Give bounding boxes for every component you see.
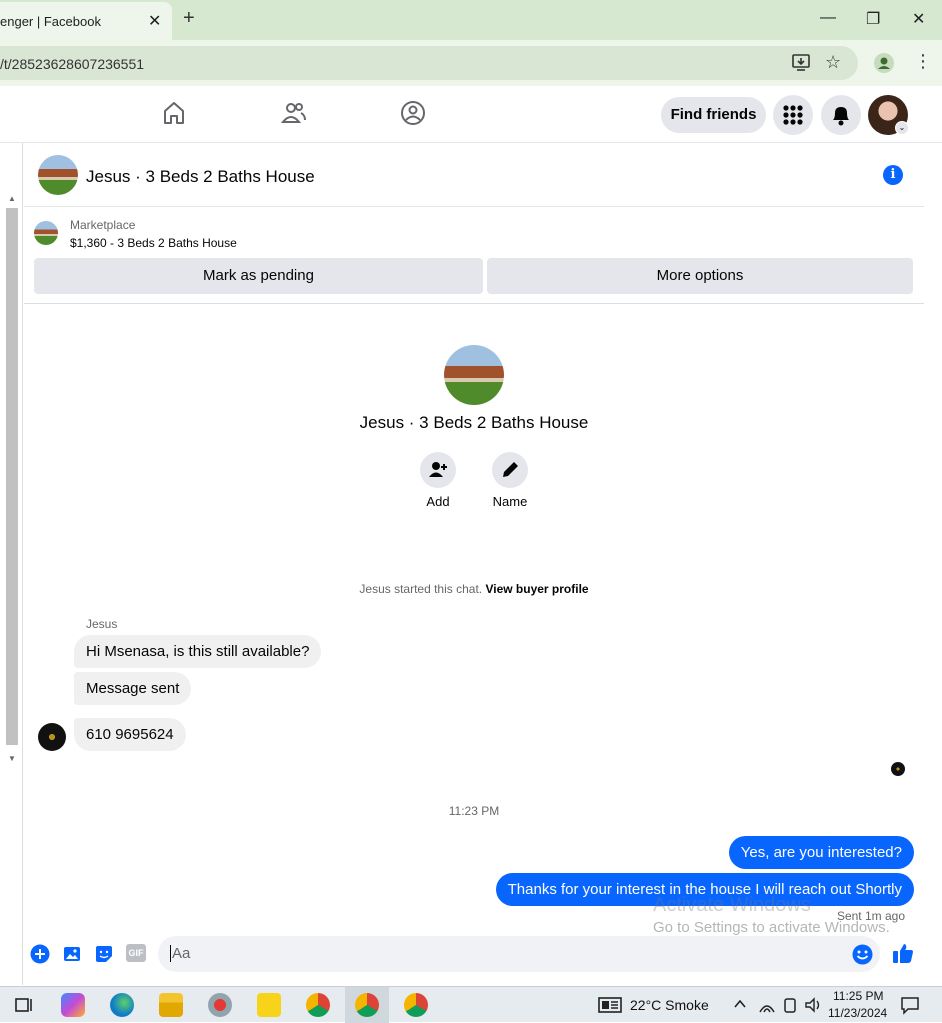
intro-title: Jesus · 3 Beds 2 Baths House: [359, 413, 589, 432]
add-label: Add: [426, 494, 450, 509]
sender-avatar[interactable]: [38, 723, 66, 751]
marketplace-bar: Marketplace $1,360 - 3 Beds 2 Baths Hous…: [24, 208, 924, 304]
address-bar[interactable]: /t/28523628607236551: [0, 46, 858, 80]
gif-icon[interactable]: GIF: [126, 944, 146, 962]
chrome-icon[interactable]: [306, 993, 330, 1017]
chevron-up-icon[interactable]: [733, 997, 747, 1011]
chat-header: Jesus · 3 Beds 2 Baths House i: [24, 143, 924, 207]
install-app-icon[interactable]: [792, 54, 812, 72]
news-widget-icon[interactable]: [598, 996, 622, 1014]
bell-icon: [833, 107, 849, 126]
listing-thumbnail[interactable]: [38, 155, 78, 195]
outgoing-message[interactable]: Yes, are you interested?: [728, 836, 914, 869]
name-chat-action[interactable]: Name: [480, 452, 540, 509]
chat-title[interactable]: Jesus · 3 Beds 2 Baths House: [86, 167, 315, 187]
read-receipt-avatar: [891, 762, 905, 776]
url-text[interactable]: /t/28523628607236551: [0, 56, 144, 72]
chrome-profile-icon[interactable]: [355, 993, 379, 1017]
sticker-icon[interactable]: [94, 944, 114, 964]
scroll-down-icon[interactable]: ▼: [8, 754, 16, 763]
menu-button[interactable]: [773, 95, 813, 135]
tab-close-icon[interactable]: ✕: [148, 11, 161, 31]
find-friends-button[interactable]: Find friends: [661, 97, 766, 133]
friends-icon[interactable]: [281, 100, 307, 126]
marketplace-label: Marketplace: [70, 218, 136, 232]
browser-tab-strip: enger | Facebook ✕ + — ❐ ✕: [0, 0, 942, 40]
battery-icon[interactable]: [782, 996, 798, 1014]
scroll-up-icon[interactable]: ▲: [8, 194, 16, 203]
restore-icon[interactable]: ❐: [866, 9, 880, 29]
clock-date[interactable]: 11/23/2024: [828, 1006, 887, 1020]
more-options-button[interactable]: More options: [487, 258, 913, 294]
facebook-top-nav: Find friends ⌄: [0, 86, 942, 143]
incoming-message[interactable]: 610 9695624: [74, 718, 186, 751]
sent-status: Sent 1m ago: [836, 909, 905, 923]
copilot-icon[interactable]: [61, 993, 85, 1017]
sender-name: Jesus: [86, 617, 118, 631]
notification-center-icon[interactable]: [900, 995, 920, 1015]
grid-menu-icon: [783, 105, 803, 125]
weather-text[interactable]: 22°C Smoke: [630, 997, 709, 1013]
chrome-profile-icon[interactable]: [404, 993, 428, 1017]
volume-icon[interactable]: [804, 996, 822, 1014]
home-icon[interactable]: [162, 100, 186, 126]
browser-menu-icon[interactable]: ⋮: [914, 51, 932, 72]
notifications-button[interactable]: [821, 95, 861, 135]
marketplace-thumbnail[interactable]: [34, 221, 58, 245]
incoming-message[interactable]: Hi Msenasa, is this still available?: [74, 635, 322, 668]
mark-as-pending-button[interactable]: Mark as pending: [34, 258, 483, 294]
like-icon[interactable]: [892, 942, 914, 964]
activate-windows-watermark: Activate Windows: [653, 894, 811, 916]
message-input[interactable]: Aa: [170, 945, 190, 962]
scrollbar-thumb[interactable]: [6, 208, 18, 745]
toolbar: /t/28523628607236551 ☆ ⋮: [0, 40, 942, 86]
browser-profile-icon[interactable]: [874, 53, 894, 73]
sticky-notes-icon[interactable]: [257, 993, 281, 1017]
clock-time[interactable]: 11:25 PM: [833, 989, 883, 1003]
minimize-icon[interactable]: —: [820, 9, 836, 27]
system-message: Jesus started this chat. View buyer prof…: [24, 582, 924, 596]
add-person-icon: [420, 452, 456, 488]
window-close-icon[interactable]: ✕: [912, 9, 925, 29]
incoming-message[interactable]: Message sent: [74, 672, 192, 705]
new-tab-icon[interactable]: +: [183, 7, 195, 30]
message-composer[interactable]: Aa: [158, 936, 880, 972]
plus-circle-icon[interactable]: [30, 944, 50, 964]
task-view-icon[interactable]: [12, 993, 36, 1017]
info-icon[interactable]: i: [883, 165, 903, 185]
windows-taskbar: 22°C Smoke 11:25 PM 11/23/2024: [0, 986, 942, 1023]
system-message-text: Jesus started this chat.: [359, 582, 486, 596]
tab-title: enger | Facebook: [0, 14, 101, 29]
name-label: Name: [492, 494, 528, 509]
message-timestamp: 11:23 PM: [448, 804, 500, 818]
file-explorer-icon[interactable]: [159, 993, 183, 1017]
pencil-icon: [492, 452, 528, 488]
emoji-icon[interactable]: [852, 944, 873, 965]
account-caret-icon[interactable]: ⌄: [895, 121, 909, 135]
app-icon[interactable]: [208, 993, 232, 1017]
photo-icon[interactable]: [62, 944, 82, 964]
wifi-icon[interactable]: [758, 996, 776, 1014]
view-buyer-profile-link[interactable]: View buyer profile: [485, 582, 588, 596]
bookmark-star-icon[interactable]: ☆: [825, 52, 841, 73]
edge-icon[interactable]: [110, 993, 134, 1017]
intro-listing-photo: [444, 345, 504, 405]
add-people-action[interactable]: Add: [408, 452, 468, 509]
groups-icon[interactable]: [400, 100, 426, 126]
browser-tab[interactable]: enger | Facebook ✕: [0, 2, 172, 40]
listing-price-title[interactable]: $1,360 - 3 Beds 2 Baths House: [70, 236, 237, 250]
